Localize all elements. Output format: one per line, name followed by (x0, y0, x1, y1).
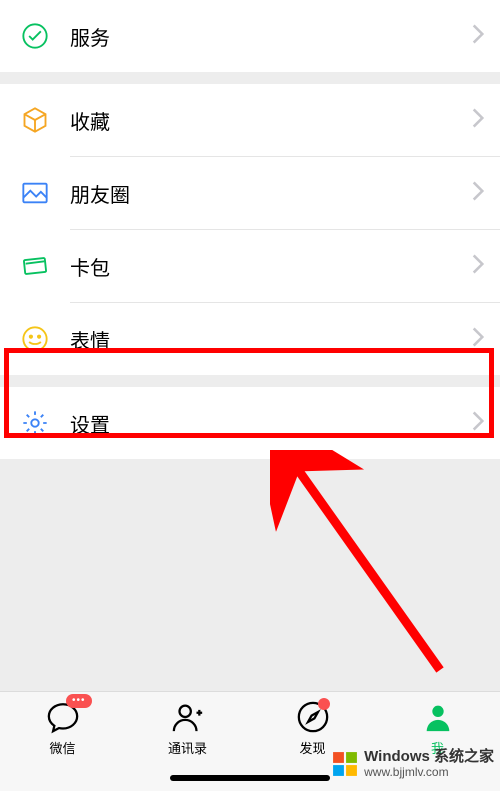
badge-unread: ••• (66, 694, 92, 708)
row-label-moments: 朋友圈 (70, 179, 472, 208)
tab-label-chat: 微信 (49, 738, 75, 757)
chevron-right-icon (472, 411, 484, 436)
chevron-right-icon (472, 181, 484, 206)
moments-icon (20, 178, 50, 208)
row-label-favorites: 收藏 (70, 106, 472, 135)
row-favorites[interactable]: 收藏 (0, 84, 500, 156)
chevron-right-icon (472, 24, 484, 49)
chevron-right-icon (472, 254, 484, 279)
section-spacer (0, 375, 500, 387)
watermark-line2: www.bjjmlv.com (364, 766, 494, 779)
section-spacer (0, 72, 500, 84)
home-indicator (170, 775, 330, 781)
watermark-line1: Windows 系统之家 (364, 749, 494, 766)
row-label-sticker: 表情 (70, 325, 472, 354)
favorites-icon (20, 105, 50, 135)
services-icon (20, 21, 50, 51)
row-sticker[interactable]: 表情 (0, 303, 500, 375)
row-settings[interactable]: 设置 (0, 387, 500, 459)
contacts-icon (171, 700, 205, 734)
me-icon (421, 700, 455, 734)
row-label-settings: 设置 (70, 409, 472, 438)
chevron-right-icon (472, 327, 484, 352)
tab-chat[interactable]: ••• 微信 (0, 700, 125, 791)
row-services[interactable]: 服务 (0, 0, 500, 72)
tab-label-contacts: 通讯录 (168, 738, 207, 757)
windows-logo-icon (332, 751, 358, 777)
row-moments[interactable]: 朋友圈 (0, 157, 500, 229)
sticker-icon (20, 324, 50, 354)
row-label-cards: 卡包 (70, 252, 472, 281)
annotation-arrow (270, 450, 460, 680)
watermark: Windows 系统之家 www.bjjmlv.com (332, 749, 494, 779)
badge-dot (318, 698, 330, 710)
row-label-services: 服务 (70, 22, 472, 51)
chat-icon: ••• (46, 700, 80, 734)
tab-label-discover: 发现 (299, 738, 325, 757)
cards-icon (20, 251, 50, 281)
row-cards[interactable]: 卡包 (0, 230, 500, 302)
discover-icon (296, 700, 330, 734)
chevron-right-icon (472, 108, 484, 133)
settings-icon (20, 408, 50, 438)
